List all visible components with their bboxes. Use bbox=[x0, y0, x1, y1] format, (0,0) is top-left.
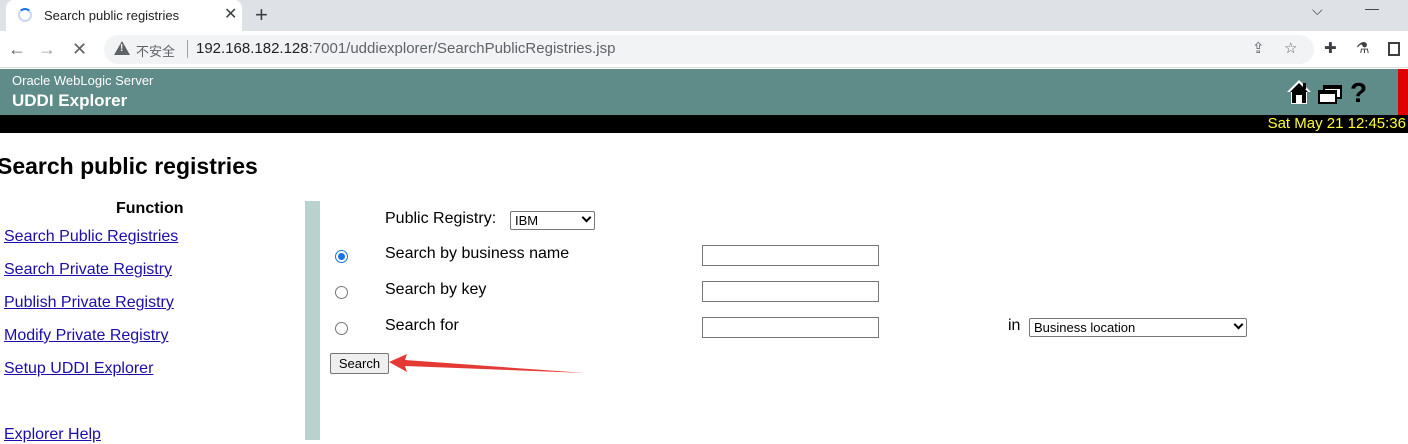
product-name: Oracle WebLogic Server bbox=[12, 73, 154, 88]
search-field-select[interactable]: Business location bbox=[1029, 318, 1247, 337]
annotation-arrow-icon bbox=[389, 354, 585, 373]
search-field-select-value: Business location bbox=[1034, 320, 1136, 335]
tab-close-icon[interactable]: ✕ bbox=[224, 5, 237, 25]
url-text[interactable]: 192.168.182.128:7001/uddiexplorer/Search… bbox=[196, 40, 615, 57]
status-bar: Sat May 21 12:45:36 bbox=[0, 115, 1408, 133]
in-label: in bbox=[1008, 317, 1021, 334]
tab-title: Search public registries bbox=[44, 8, 180, 23]
key-input[interactable] bbox=[702, 281, 879, 302]
security-label[interactable]: 不安全 bbox=[136, 41, 175, 60]
new-tab-button[interactable]: + bbox=[255, 2, 268, 28]
chevron-down-icon bbox=[581, 212, 592, 223]
back-icon[interactable]: ← bbox=[8, 37, 26, 61]
radio-key[interactable] bbox=[335, 286, 348, 299]
share-icon[interactable]: ⇪ bbox=[1252, 39, 1265, 57]
link-explorer-help[interactable]: Explorer Help bbox=[4, 426, 101, 444]
forward-icon[interactable]: → bbox=[38, 37, 56, 61]
extensions-icon[interactable]: ✚ bbox=[1324, 39, 1337, 57]
business-name-input[interactable] bbox=[702, 245, 879, 266]
help-icon[interactable]: ? bbox=[1346, 78, 1372, 106]
red-accent-strip bbox=[1398, 69, 1408, 115]
option-label-business-name: Search by business name bbox=[385, 245, 570, 262]
browser-tab-strip: Search public registries ✕ + ⌵ — bbox=[0, 0, 1408, 31]
search-button[interactable]: Search bbox=[330, 353, 389, 374]
public-registry-label: Public Registry: bbox=[385, 210, 497, 227]
svg-text:?: ? bbox=[1350, 78, 1367, 106]
link-search-private-registry[interactable]: Search Private Registry bbox=[4, 261, 172, 279]
registry-select-value: IBM bbox=[515, 213, 539, 228]
browser-tab[interactable]: Search public registries ✕ bbox=[6, 0, 242, 31]
loading-spinner-icon bbox=[18, 8, 32, 22]
window-minimize-icon[interactable]: — bbox=[1365, 0, 1379, 16]
chevron-down-icon bbox=[1233, 319, 1244, 330]
option-label-key: Search by key bbox=[385, 281, 487, 298]
radio-search-for[interactable] bbox=[335, 322, 348, 335]
column-divider bbox=[305, 201, 320, 440]
tab-search-chevron-icon[interactable]: ⌵ bbox=[1312, 2, 1323, 19]
url-divider bbox=[187, 40, 188, 58]
windows-icon[interactable] bbox=[1317, 78, 1343, 106]
radio-business-name[interactable] bbox=[335, 250, 348, 263]
registry-select[interactable]: IBM bbox=[510, 211, 595, 230]
link-search-public-registries[interactable]: Search Public Registries bbox=[4, 228, 178, 246]
date-time: Sat May 21 12:45:36 bbox=[1267, 115, 1406, 132]
warning-icon[interactable] bbox=[114, 41, 130, 55]
browser-toolbar: ← → ✕ 不安全 192.168.182.128:7001/uddiexplo… bbox=[0, 31, 1408, 68]
stop-icon[interactable]: ✕ bbox=[72, 37, 87, 61]
function-heading: Function bbox=[116, 200, 184, 217]
flask-icon[interactable]: ⚗ bbox=[1356, 39, 1369, 57]
weblogic-header: Oracle WebLogic Server UDDI Explorer ? bbox=[0, 69, 1408, 115]
app-title: UDDI Explorer bbox=[12, 91, 128, 110]
star-icon[interactable]: ☆ bbox=[1284, 39, 1297, 57]
link-modify-private-registry[interactable]: Modify Private Registry bbox=[4, 327, 169, 345]
page-title: Search public registries bbox=[0, 153, 258, 179]
address-bar[interactable]: 不安全 192.168.182.128:7001/uddiexplorer/Se… bbox=[104, 35, 1314, 64]
link-setup-uddi-explorer[interactable]: Setup UDDI Explorer bbox=[4, 360, 153, 378]
sidepanel-icon[interactable] bbox=[1388, 42, 1400, 56]
option-label-search-for: Search for bbox=[385, 317, 459, 334]
home-icon[interactable] bbox=[1286, 78, 1312, 106]
search-for-input[interactable] bbox=[702, 317, 879, 338]
link-publish-private-registry[interactable]: Publish Private Registry bbox=[4, 294, 174, 312]
